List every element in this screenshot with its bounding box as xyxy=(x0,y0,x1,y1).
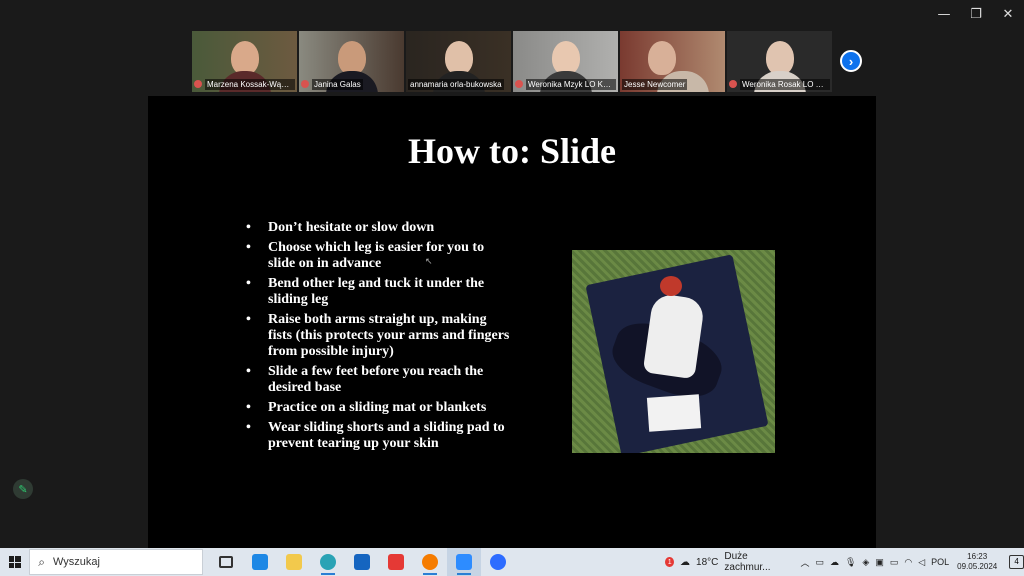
dropbox-icon[interactable]: ◈ xyxy=(862,557,869,568)
search-icon: ⌕ xyxy=(38,554,45,569)
participant-namebar: Janina Galas xyxy=(301,78,402,90)
slide-bullet: Choose which leg is easier for you to sl… xyxy=(244,240,514,272)
photo-player xyxy=(642,292,706,380)
slide-photo-player-sliding xyxy=(572,250,775,453)
system-tray: ︿ ▭ ☁ 🎙 ◈ ▣ ▭ ◠ ◁ POL xyxy=(800,556,949,569)
meeting-window: — ❐ ✕ Marzena Kossak-Wąch... Janina Gala… xyxy=(0,0,1024,548)
slide-bullet: Slide a few feet before you reach the de… xyxy=(244,364,514,396)
slide-bullet: Bend other leg and tuck it under the sli… xyxy=(244,276,514,308)
search-label: Wyszukaj xyxy=(52,556,100,568)
participant-name: annamaria orla-bukowska xyxy=(408,78,504,90)
restore-button[interactable]: ❐ xyxy=(960,0,992,28)
edge-browser-icon[interactable] xyxy=(311,548,345,576)
slide-bullet: Practice on a sliding mat or blankets xyxy=(244,400,514,416)
notifications-icon[interactable]: 4 xyxy=(1009,555,1024,569)
participant-video xyxy=(648,41,676,75)
participant-tile[interactable]: Weronika Mzyk LO KO... xyxy=(513,31,618,92)
firefox-icon[interactable] xyxy=(413,548,447,576)
weather-alert-badge: 1 xyxy=(665,557,675,567)
taskbar-apps xyxy=(209,548,515,576)
language-indicator[interactable]: POL xyxy=(931,557,949,567)
participant-namebar: Jesse Newcomer xyxy=(622,78,723,90)
next-page-chevron-icon[interactable]: › xyxy=(840,50,862,72)
weather-widget[interactable]: 1 ☁ 18°C Duże zachmur... xyxy=(665,551,786,573)
participant-gallery: Marzena Kossak-Wąch... Janina Galas anna… xyxy=(192,31,832,92)
close-button[interactable]: ✕ xyxy=(992,0,1024,28)
annotate-pencil-icon[interactable]: ✎ xyxy=(13,479,33,499)
start-button[interactable] xyxy=(0,548,29,576)
participant-video xyxy=(230,41,259,75)
file-explorer-icon[interactable] xyxy=(277,548,311,576)
slide-bullet: Wear sliding shorts and a sliding pad to… xyxy=(244,420,514,452)
shared-screen-slide: How to: Slide Don’t hesitate or slow dow… xyxy=(148,96,876,548)
participant-video xyxy=(551,41,580,75)
slide-bullet-list: Don’t hesitate or slow down Choose which… xyxy=(244,220,514,456)
participant-tile[interactable]: Weronika Rosak LO KO... xyxy=(727,31,832,92)
meet-now-icon[interactable]: ▭ xyxy=(815,557,824,568)
participant-name: Weronika Rosak LO KO... xyxy=(740,78,830,90)
minimize-button[interactable]: — xyxy=(928,0,960,28)
photo-helmet xyxy=(660,276,682,296)
participant-tile[interactable]: Janina Galas xyxy=(299,31,404,92)
microsoft-store-icon[interactable] xyxy=(243,548,277,576)
zoom-meeting-icon[interactable] xyxy=(447,548,482,576)
gift-app-icon[interactable] xyxy=(379,548,413,576)
mouse-cursor-icon: ↖ xyxy=(425,256,433,266)
participant-video xyxy=(765,41,794,75)
participant-name: Weronika Mzyk LO KO... xyxy=(526,78,616,90)
microphone-icon[interactable]: 🎙 xyxy=(845,557,856,568)
participant-tile[interactable]: Marzena Kossak-Wąch... xyxy=(192,31,297,92)
participant-tile[interactable]: annamaria orla-bukowska xyxy=(406,31,511,92)
taskbar-clock[interactable]: 16:23 09.05.2024 xyxy=(957,552,997,572)
participant-name: Marzena Kossak-Wąch... xyxy=(205,78,295,90)
clock-time: 16:23 xyxy=(967,552,988,561)
clock-date: 09.05.2024 xyxy=(957,562,998,571)
muted-mic-icon xyxy=(729,80,737,88)
participant-name: Jesse Newcomer xyxy=(622,78,688,90)
zoom-app-icon[interactable] xyxy=(481,548,515,576)
participant-namebar: Weronika Rosak LO KO... xyxy=(729,78,830,90)
participant-namebar: Marzena Kossak-Wąch... xyxy=(194,78,295,90)
battery-icon[interactable]: ▭ xyxy=(890,557,899,568)
chevron-up-icon[interactable]: ︿ xyxy=(800,556,809,569)
muted-mic-icon xyxy=(515,80,523,88)
slide-bullet: Raise both arms straight up, making fist… xyxy=(244,312,514,360)
weather-description: Duże zachmur... xyxy=(724,551,771,573)
participant-namebar: Weronika Mzyk LO KO... xyxy=(515,78,616,90)
taskbar-search-box[interactable]: ⌕ Wyszukaj xyxy=(29,549,204,575)
onedrive-icon[interactable]: ☁ xyxy=(830,557,839,568)
participant-namebar: annamaria orla-bukowska xyxy=(408,78,509,90)
photo-base xyxy=(646,394,702,432)
participant-tile-active-speaker[interactable]: Jesse Newcomer xyxy=(620,31,725,92)
participant-video xyxy=(337,41,366,75)
slide-title: How to: Slide xyxy=(407,131,616,171)
muted-mic-icon xyxy=(194,80,202,88)
muted-mic-icon xyxy=(301,80,309,88)
task-view-icon[interactable] xyxy=(209,548,243,576)
participant-video xyxy=(444,41,473,75)
weather-cloud-icon: ☁ xyxy=(680,556,691,568)
wifi-icon[interactable]: ◠ xyxy=(904,557,912,568)
participant-name: Janina Galas xyxy=(312,78,363,90)
camera-icon[interactable]: ▣ xyxy=(875,557,884,568)
windows-logo-icon xyxy=(8,556,21,568)
mail-icon[interactable] xyxy=(345,548,379,576)
window-controls: — ❐ ✕ xyxy=(928,0,1024,28)
slide-bullet: Don’t hesitate or slow down xyxy=(244,220,514,236)
weather-temperature: 18°C xyxy=(696,556,719,568)
windows-taskbar: ⌕ Wyszukaj 1 ☁ 18°C Duże zachmur... ︿ ▭ … xyxy=(0,548,1024,576)
volume-icon[interactable]: ◁ xyxy=(918,557,925,568)
